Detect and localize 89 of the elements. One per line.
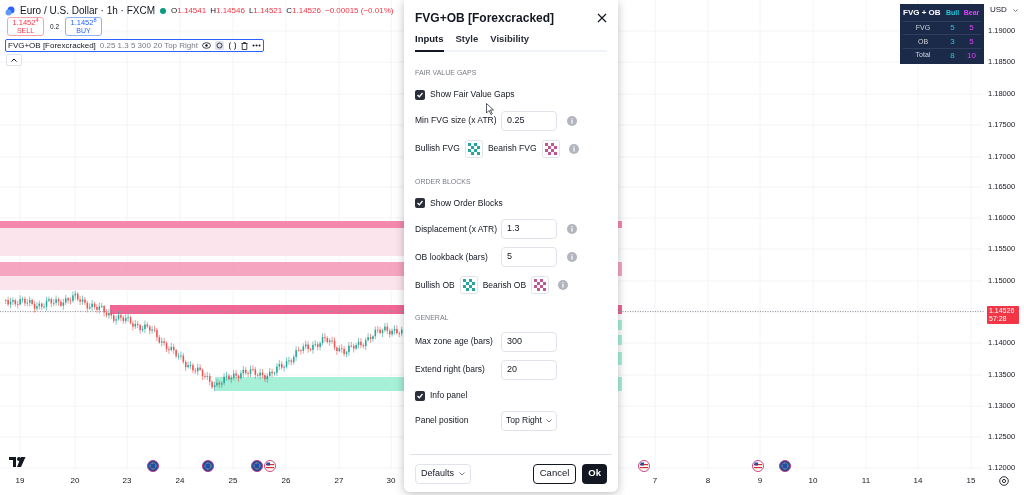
chevron-icon: [546, 418, 552, 423]
settings-icon[interactable]: [214, 41, 224, 50]
braces-icon[interactable]: [227, 41, 237, 50]
flag-icon[interactable]: [147, 460, 159, 472]
flag-icon[interactable]: [202, 460, 214, 472]
logo-icon[interactable]: [9, 457, 26, 467]
field-label: Min FVG size (x ATR): [415, 114, 497, 127]
ohlc-value: L1.14521: [248, 4, 283, 17]
ohlc-value: H1.14546: [210, 4, 245, 17]
flag-icon[interactable]: [264, 460, 276, 472]
flag-icon[interactable]: [638, 460, 650, 472]
checkbox[interactable]: [415, 198, 425, 208]
tab[interactable]: Inputs: [415, 31, 444, 52]
more-icon[interactable]: [251, 44, 261, 47]
currency-icon: [5, 5, 15, 16]
tab[interactable]: Visibility: [490, 31, 530, 52]
color-swatch[interactable]: [541, 139, 560, 158]
indicator-legend[interactable]: FVG+OB [Forexcracked] 0.25 1.3 5 300 20 Top Right: [5, 39, 264, 52]
color-swatch[interactable]: [464, 139, 483, 158]
time-label: 19: [14, 477, 26, 485]
bear-count: 10: [966, 49, 977, 62]
flag-icon[interactable]: [251, 460, 263, 472]
eye-icon[interactable]: [201, 42, 211, 49]
chevron-icon: [459, 471, 465, 476]
time-label: 9: [756, 477, 764, 485]
color-label: Bullish FVG: [415, 142, 460, 155]
status-dot-icon: [160, 7, 167, 14]
time-label: 10: [807, 477, 819, 485]
input-field[interactable]: 5: [501, 247, 557, 267]
bullish-zone: [618, 352, 622, 365]
chevron-icon: [1012, 8, 1018, 12]
time-label: 8: [704, 477, 712, 485]
chevron-up-icon: [11, 58, 17, 62]
input-field[interactable]: 20: [501, 359, 557, 380]
time-label: 27: [333, 477, 345, 485]
time-label: 20: [69, 477, 81, 485]
checkbox[interactable]: [415, 89, 425, 100]
trash-icon[interactable]: [240, 41, 248, 50]
currency-dropdown[interactable]: USD: [990, 4, 1018, 16]
field-label: OB lookback (bars): [415, 250, 488, 264]
input-field[interactable]: 300: [501, 331, 557, 352]
symbol-title: Euro / U.S. Dollar · 1h · FXCM: [20, 4, 156, 18]
checkbox-label: Show Order Blocks: [430, 196, 503, 210]
time-label: 26: [280, 477, 292, 485]
indicator-name: FVG+OB [Forexcracked]: [8, 39, 96, 52]
bull-count: 5: [949, 22, 956, 35]
input-field[interactable]: 1.3: [501, 219, 557, 239]
indicator-params: 0.25 1.3 5 300 20 Top Right: [99, 39, 198, 52]
dialog-title: FVG+OB [Forexcracked]: [415, 10, 555, 27]
time-label: 25: [227, 477, 239, 485]
field-label: Extend right (bars): [415, 363, 485, 376]
color-label: Bullish OB: [415, 278, 455, 292]
checkbox[interactable]: [415, 390, 425, 401]
defaults-dropdown[interactable]: Defaults: [415, 463, 471, 484]
ohlc-value: O1.14541: [171, 4, 207, 17]
flag-icon[interactable]: [752, 460, 764, 472]
close-icon[interactable]: [597, 13, 607, 23]
time-label: 15: [965, 477, 977, 485]
color-label: Bearish OB: [482, 278, 527, 292]
ok-button[interactable]: Ok: [582, 463, 607, 484]
bear-count: 5: [968, 22, 975, 35]
input-field[interactable]: 0.25: [501, 110, 557, 131]
settings-icon[interactable]: [999, 476, 1009, 486]
bull-count: 3: [949, 35, 956, 48]
bear-count: 5: [968, 35, 975, 48]
price-change: −0.00015 (−0.01%): [324, 4, 394, 17]
field-label: Panel position: [415, 414, 469, 427]
ohlc-value: C1.14526: [286, 4, 321, 17]
checkbox-label: Show Fair Value Gaps: [430, 88, 515, 101]
tab[interactable]: Style: [455, 31, 479, 52]
field-label: Max zone age (bars): [415, 335, 493, 348]
field-label: Displacement (x ATR): [415, 222, 498, 236]
time-label: 23: [121, 477, 133, 485]
cursor-icon: [486, 103, 494, 115]
cancel-button[interactable]: Cancel: [532, 463, 577, 484]
checkbox-label: Info panel: [430, 389, 468, 402]
time-label: 14: [912, 477, 924, 485]
position-select[interactable]: Top Right: [501, 410, 557, 431]
color-swatch[interactable]: [531, 276, 550, 294]
time-label: 7: [651, 477, 659, 485]
time-label: 11: [860, 477, 872, 485]
bull-count: 8: [949, 49, 956, 62]
color-swatch[interactable]: [459, 276, 478, 294]
time-label: 24: [174, 477, 186, 485]
panel-title: FVG + OB: [903, 7, 941, 20]
collapse-button[interactable]: [6, 54, 22, 66]
flag-icon[interactable]: [779, 460, 791, 472]
color-label: Bearish FVG: [487, 142, 537, 155]
time-label: 30: [385, 477, 397, 485]
